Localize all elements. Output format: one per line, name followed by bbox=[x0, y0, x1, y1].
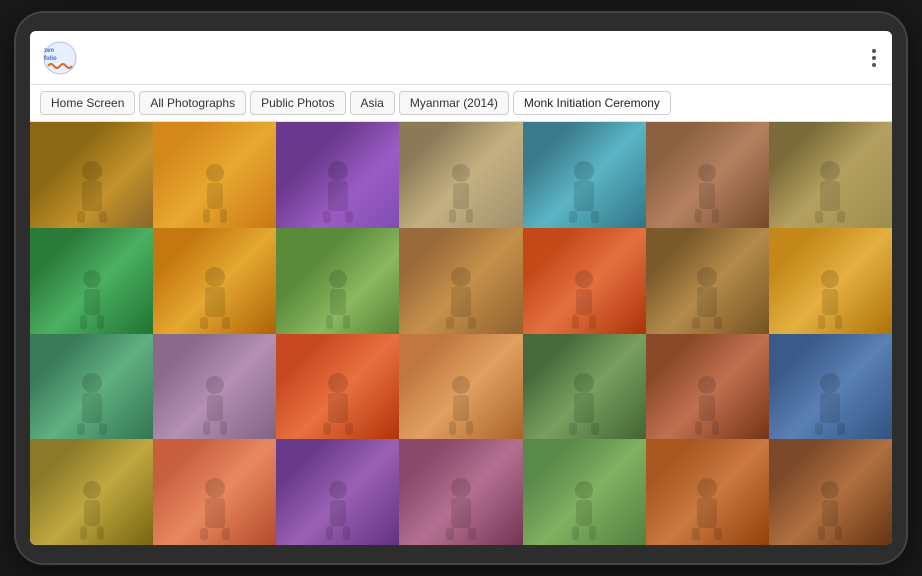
photo-figure bbox=[67, 156, 117, 231]
photo-figure bbox=[436, 473, 486, 545]
photo-figure bbox=[67, 368, 117, 443]
photo-figure bbox=[810, 267, 850, 337]
photo-figure bbox=[195, 161, 235, 231]
zenfolio-logo: zen folio bbox=[42, 40, 78, 76]
breadcrumb-item-home[interactable]: Home Screen bbox=[40, 91, 135, 115]
photo-grid: BaganBaganBaganBaganBaganBaganBaganBagan… bbox=[30, 122, 892, 545]
breadcrumb-item-ceremony[interactable]: Monk Initiation Ceremony bbox=[513, 91, 671, 115]
photo-cell[interactable]: Bagan bbox=[769, 439, 892, 545]
photo-figure bbox=[559, 368, 609, 443]
photo-cell[interactable]: Bagan bbox=[30, 334, 153, 457]
photo-figure bbox=[436, 262, 486, 337]
more-options-button[interactable] bbox=[868, 45, 880, 71]
photo-cell[interactable]: Bagan bbox=[30, 228, 153, 351]
tablet-screen: zen folio Home ScreenAll PhotographsPubl… bbox=[30, 31, 892, 545]
photo-figure bbox=[441, 161, 481, 231]
more-dot-2 bbox=[872, 56, 876, 60]
header: zen folio bbox=[30, 31, 892, 85]
photo-figure bbox=[190, 262, 240, 337]
tablet-frame: zen folio Home ScreenAll PhotographsPubl… bbox=[16, 13, 906, 563]
photo-cell[interactable]: Bagan bbox=[769, 228, 892, 351]
photo-cell[interactable]: Bagan bbox=[769, 122, 892, 245]
photo-figure bbox=[687, 161, 727, 231]
breadcrumb-item-myanmar[interactable]: Myanmar (2014) bbox=[399, 91, 509, 115]
photo-cell[interactable]: Bagan bbox=[153, 439, 276, 545]
svg-text:folio: folio bbox=[44, 56, 57, 62]
photo-figure bbox=[559, 156, 609, 231]
photo-figure bbox=[810, 478, 850, 545]
photo-figure bbox=[687, 373, 727, 443]
photo-figure bbox=[313, 156, 363, 231]
breadcrumb-item-public-photos[interactable]: Public Photos bbox=[250, 91, 345, 115]
photo-cell[interactable]: Bagan bbox=[646, 334, 769, 457]
more-dot-3 bbox=[872, 63, 876, 67]
photo-cell[interactable]: Bagan bbox=[399, 334, 522, 457]
svg-text:zen: zen bbox=[44, 48, 54, 54]
photo-figure bbox=[564, 267, 604, 337]
photo-figure bbox=[805, 156, 855, 231]
photo-figure bbox=[72, 267, 112, 337]
photo-cell[interactable]: Bagan bbox=[523, 439, 646, 545]
breadcrumb: Home ScreenAll PhotographsPublic PhotosA… bbox=[30, 85, 892, 122]
breadcrumb-item-asia[interactable]: Asia bbox=[350, 91, 395, 115]
photo-cell[interactable]: Bagan bbox=[30, 122, 153, 245]
photo-cell[interactable]: Bagan bbox=[276, 122, 399, 245]
photo-figure bbox=[805, 368, 855, 443]
photo-cell[interactable]: Bagan bbox=[399, 122, 522, 245]
photo-cell[interactable]: Bagan bbox=[399, 228, 522, 351]
photo-figure bbox=[190, 473, 240, 545]
photo-figure bbox=[318, 267, 358, 337]
more-dot-1 bbox=[872, 49, 876, 53]
photo-cell[interactable]: Bagan bbox=[646, 228, 769, 351]
photo-cell[interactable]: Bagan bbox=[153, 122, 276, 245]
photo-figure bbox=[441, 373, 481, 443]
photo-cell[interactable]: Bagan bbox=[399, 439, 522, 545]
photo-figure bbox=[72, 478, 112, 545]
photo-figure bbox=[682, 473, 732, 545]
photo-cell[interactable]: Bagan bbox=[153, 334, 276, 457]
photo-figure bbox=[313, 368, 363, 443]
photo-figure bbox=[564, 478, 604, 545]
photo-cell[interactable]: Bagan bbox=[276, 334, 399, 457]
photo-cell[interactable]: Bagan bbox=[646, 439, 769, 545]
photo-figure bbox=[682, 262, 732, 337]
breadcrumb-item-all-photos[interactable]: All Photographs bbox=[139, 91, 246, 115]
photo-cell[interactable]: Bagan bbox=[276, 228, 399, 351]
photo-cell[interactable]: Bagan bbox=[523, 334, 646, 457]
photo-cell[interactable]: Bagan bbox=[153, 228, 276, 351]
photo-cell[interactable]: Bagan bbox=[523, 228, 646, 351]
photo-cell[interactable]: Bagan bbox=[769, 334, 892, 457]
photo-cell[interactable]: Bagan bbox=[523, 122, 646, 245]
photo-cell[interactable]: Bagan bbox=[276, 439, 399, 545]
photo-figure bbox=[195, 373, 235, 443]
photo-cell[interactable]: Bagan bbox=[30, 439, 153, 545]
photo-figure bbox=[318, 478, 358, 545]
photo-cell[interactable]: Bagan bbox=[646, 122, 769, 245]
